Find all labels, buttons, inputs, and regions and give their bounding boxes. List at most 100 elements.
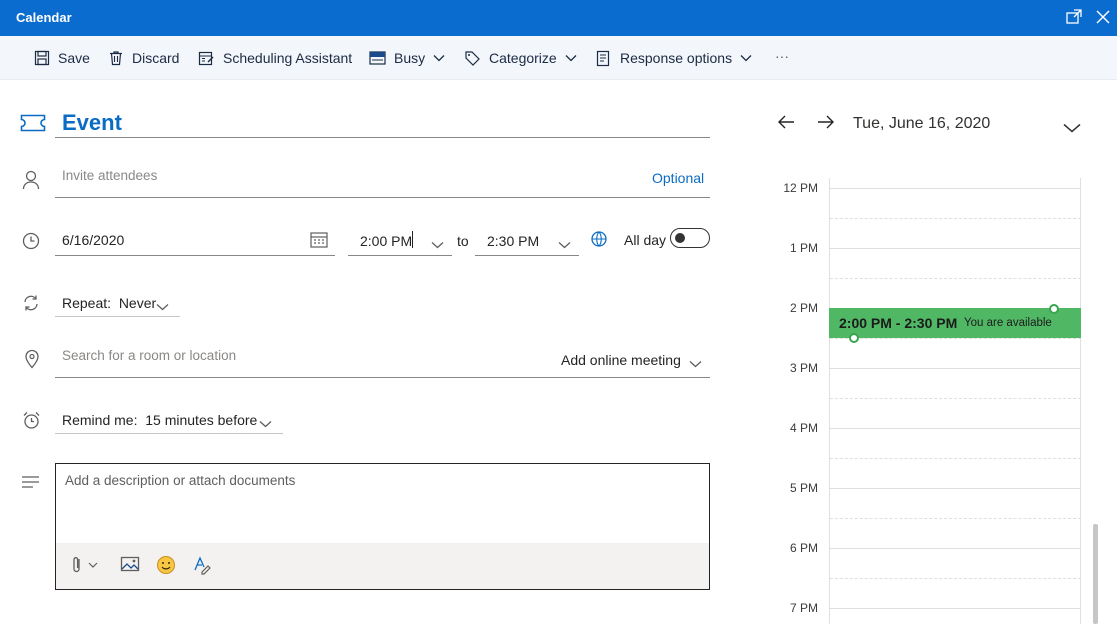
hour-label: 12 PM bbox=[783, 181, 818, 195]
insert-picture-button[interactable] bbox=[120, 555, 140, 577]
window-title: Calendar bbox=[16, 10, 72, 25]
all-day-toggle[interactable] bbox=[670, 228, 710, 248]
calendar-picker-icon[interactable] bbox=[310, 231, 328, 253]
description-toolbar bbox=[56, 543, 709, 589]
end-time-underline bbox=[475, 255, 579, 256]
format-text-icon bbox=[194, 556, 211, 575]
hour-label: 4 PM bbox=[789, 421, 818, 435]
chevron-down-icon[interactable] bbox=[431, 236, 444, 254]
hour-line bbox=[830, 248, 1081, 249]
save-icon bbox=[34, 50, 50, 66]
all-day-label: All day bbox=[624, 232, 667, 248]
discard-label: Discard bbox=[132, 50, 180, 66]
half-hour-line bbox=[830, 338, 1081, 339]
busy-label: Busy bbox=[394, 50, 426, 66]
emoji-icon bbox=[157, 556, 175, 574]
chevron-down-icon bbox=[433, 55, 445, 62]
location-input[interactable]: Search for a room or location bbox=[62, 348, 236, 363]
scheduling-assistant-button[interactable]: Scheduling Assistant bbox=[198, 48, 352, 68]
save-label: Save bbox=[58, 50, 90, 66]
description-editor[interactable]: Add a description or attach documents bbox=[55, 463, 710, 590]
half-hour-line bbox=[830, 398, 1081, 399]
insert-emoji-button[interactable] bbox=[156, 555, 176, 577]
person-icon bbox=[22, 170, 40, 195]
optional-attendees-link[interactable]: Optional bbox=[652, 170, 704, 186]
busy-status-icon bbox=[369, 51, 386, 65]
hour-label: 3 PM bbox=[789, 361, 818, 375]
text-cursor bbox=[412, 231, 413, 248]
title-underline bbox=[55, 137, 710, 138]
toggle-knob bbox=[675, 233, 685, 243]
description-lines-icon bbox=[21, 475, 40, 494]
previous-day-arrow-icon[interactable] bbox=[777, 114, 795, 135]
chevron-down-icon bbox=[565, 55, 577, 62]
attendees-underline bbox=[55, 197, 710, 198]
time-zone-icon[interactable] bbox=[590, 230, 608, 253]
invite-attendees-input[interactable]: Invite attendees bbox=[62, 168, 157, 183]
hour-line bbox=[830, 548, 1081, 549]
start-date-input[interactable]: 6/16/2020 bbox=[62, 232, 124, 248]
event-preview-block[interactable]: 2:00 PM - 2:30 PM You are available bbox=[829, 308, 1081, 338]
chevron-down-icon bbox=[740, 55, 752, 62]
hour-label: 2 PM bbox=[789, 301, 818, 315]
scheduling-label: Scheduling Assistant bbox=[223, 50, 353, 66]
close-icon[interactable] bbox=[1094, 8, 1114, 28]
chevron-down-icon bbox=[156, 298, 169, 316]
description-placeholder: Add a description or attach documents bbox=[65, 473, 296, 488]
repeat-underline bbox=[55, 316, 180, 317]
hour-line bbox=[830, 488, 1081, 489]
remind-underline bbox=[55, 433, 283, 434]
tag-icon bbox=[465, 50, 480, 66]
event-start-resize-handle[interactable] bbox=[849, 333, 859, 343]
event-preview-time: 2:00 PM - 2:30 PM bbox=[839, 315, 958, 331]
hour-line bbox=[830, 188, 1081, 189]
busy-dropdown[interactable]: Busy bbox=[369, 48, 445, 68]
repeat-icon bbox=[22, 294, 40, 317]
half-hour-line bbox=[830, 518, 1081, 519]
hour-line bbox=[830, 368, 1081, 369]
to-label: to bbox=[457, 233, 469, 249]
half-hour-line bbox=[830, 218, 1081, 219]
start-time-underline bbox=[348, 255, 452, 256]
repeat-dropdown[interactable]: Repeat: Never bbox=[62, 295, 156, 311]
title-bar: Calendar bbox=[0, 0, 1117, 36]
scheduling-icon bbox=[198, 51, 214, 65]
half-hour-line bbox=[830, 578, 1081, 579]
hour-label: 6 PM bbox=[789, 541, 818, 555]
command-toolbar: Save Discard Scheduling Assistant Busy C… bbox=[0, 36, 1117, 80]
discard-button[interactable]: Discard bbox=[108, 48, 179, 68]
preview-date: Tue, June 16, 2020 bbox=[853, 115, 991, 132]
event-end-resize-handle[interactable] bbox=[1049, 304, 1059, 314]
chevron-down-icon bbox=[689, 355, 702, 373]
response-options-icon bbox=[596, 50, 610, 66]
event-title-input[interactable]: Event bbox=[62, 110, 122, 136]
preview-scrollbar[interactable] bbox=[1093, 524, 1098, 624]
response-options-dropdown[interactable]: Response options bbox=[595, 48, 752, 68]
hour-label: 1 PM bbox=[789, 241, 818, 255]
response-options-label: Response options bbox=[620, 50, 733, 66]
add-online-meeting-dropdown[interactable]: Add online meeting bbox=[561, 352, 681, 368]
more-options-button[interactable]: ··· bbox=[775, 46, 789, 66]
start-time-input[interactable]: 2:00 PM bbox=[360, 233, 412, 249]
chevron-down-icon bbox=[259, 415, 272, 433]
end-time-input[interactable]: 2:30 PM bbox=[487, 233, 539, 249]
hour-label: 5 PM bbox=[789, 481, 818, 495]
remind-me-dropdown[interactable]: Remind me: 15 minutes before bbox=[62, 412, 257, 428]
half-hour-line bbox=[830, 458, 1081, 459]
chevron-down-icon[interactable] bbox=[558, 236, 571, 254]
half-hour-line bbox=[830, 278, 1081, 279]
day-time-grid[interactable] bbox=[829, 178, 1081, 624]
popout-icon[interactable] bbox=[1065, 8, 1085, 28]
location-underline bbox=[55, 377, 710, 378]
hour-line bbox=[830, 608, 1081, 609]
chevron-down-icon[interactable] bbox=[1063, 120, 1081, 138]
event-icon bbox=[20, 114, 46, 137]
attach-file-button[interactable] bbox=[70, 555, 100, 577]
save-button[interactable]: Save bbox=[34, 48, 90, 68]
format-painter-button[interactable] bbox=[192, 555, 212, 577]
categorize-label: Categorize bbox=[489, 50, 557, 66]
next-day-arrow-icon[interactable] bbox=[817, 114, 835, 135]
paperclip-icon bbox=[73, 557, 98, 573]
alarm-icon bbox=[22, 411, 41, 435]
categorize-dropdown[interactable]: Categorize bbox=[464, 48, 577, 68]
